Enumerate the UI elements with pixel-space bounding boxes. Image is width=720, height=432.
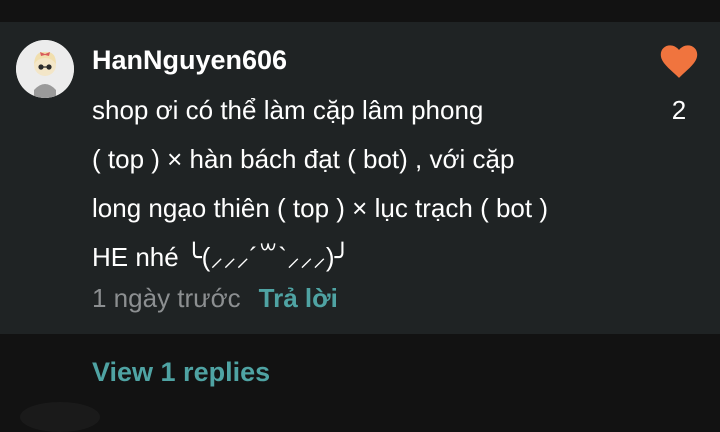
heart-icon-shape — [660, 45, 698, 78]
comment-username[interactable]: HanNguyen606 — [92, 40, 287, 80]
comment-meta: 1 ngày trước Trả lời — [92, 278, 338, 318]
heart-icon[interactable] — [660, 44, 698, 80]
avatar-illustration — [16, 40, 74, 98]
comment-body-line: ( top ) × hàn bách đạt ( bot) , với cặp — [92, 144, 515, 174]
reply-button[interactable]: Trả lời — [259, 283, 338, 314]
top-strip — [0, 0, 720, 22]
comment-body: shop ơi có thể làm cặp lâm phong ( top )… — [92, 86, 632, 282]
user-avatar[interactable] — [16, 40, 74, 98]
comment-body-line: long ngạo thiên ( top ) × lục trạch ( bo… — [92, 193, 548, 223]
next-comment-avatar-edge — [20, 402, 100, 432]
like-count: 2 — [671, 95, 687, 125]
comment-body-line: shop ơi có thể làm cặp lâm phong — [92, 95, 484, 125]
comment-body-line: HE nhé ╰(⸝⸝⸝´꒳`⸝⸝⸝)╯ — [92, 242, 351, 272]
comment-timestamp: 1 ngày trước — [92, 282, 241, 313]
comment-card: HanNguyen606 shop ơi có thể làm cặp lâm … — [0, 22, 720, 334]
view-replies-button[interactable]: View 1 replies — [92, 350, 270, 394]
